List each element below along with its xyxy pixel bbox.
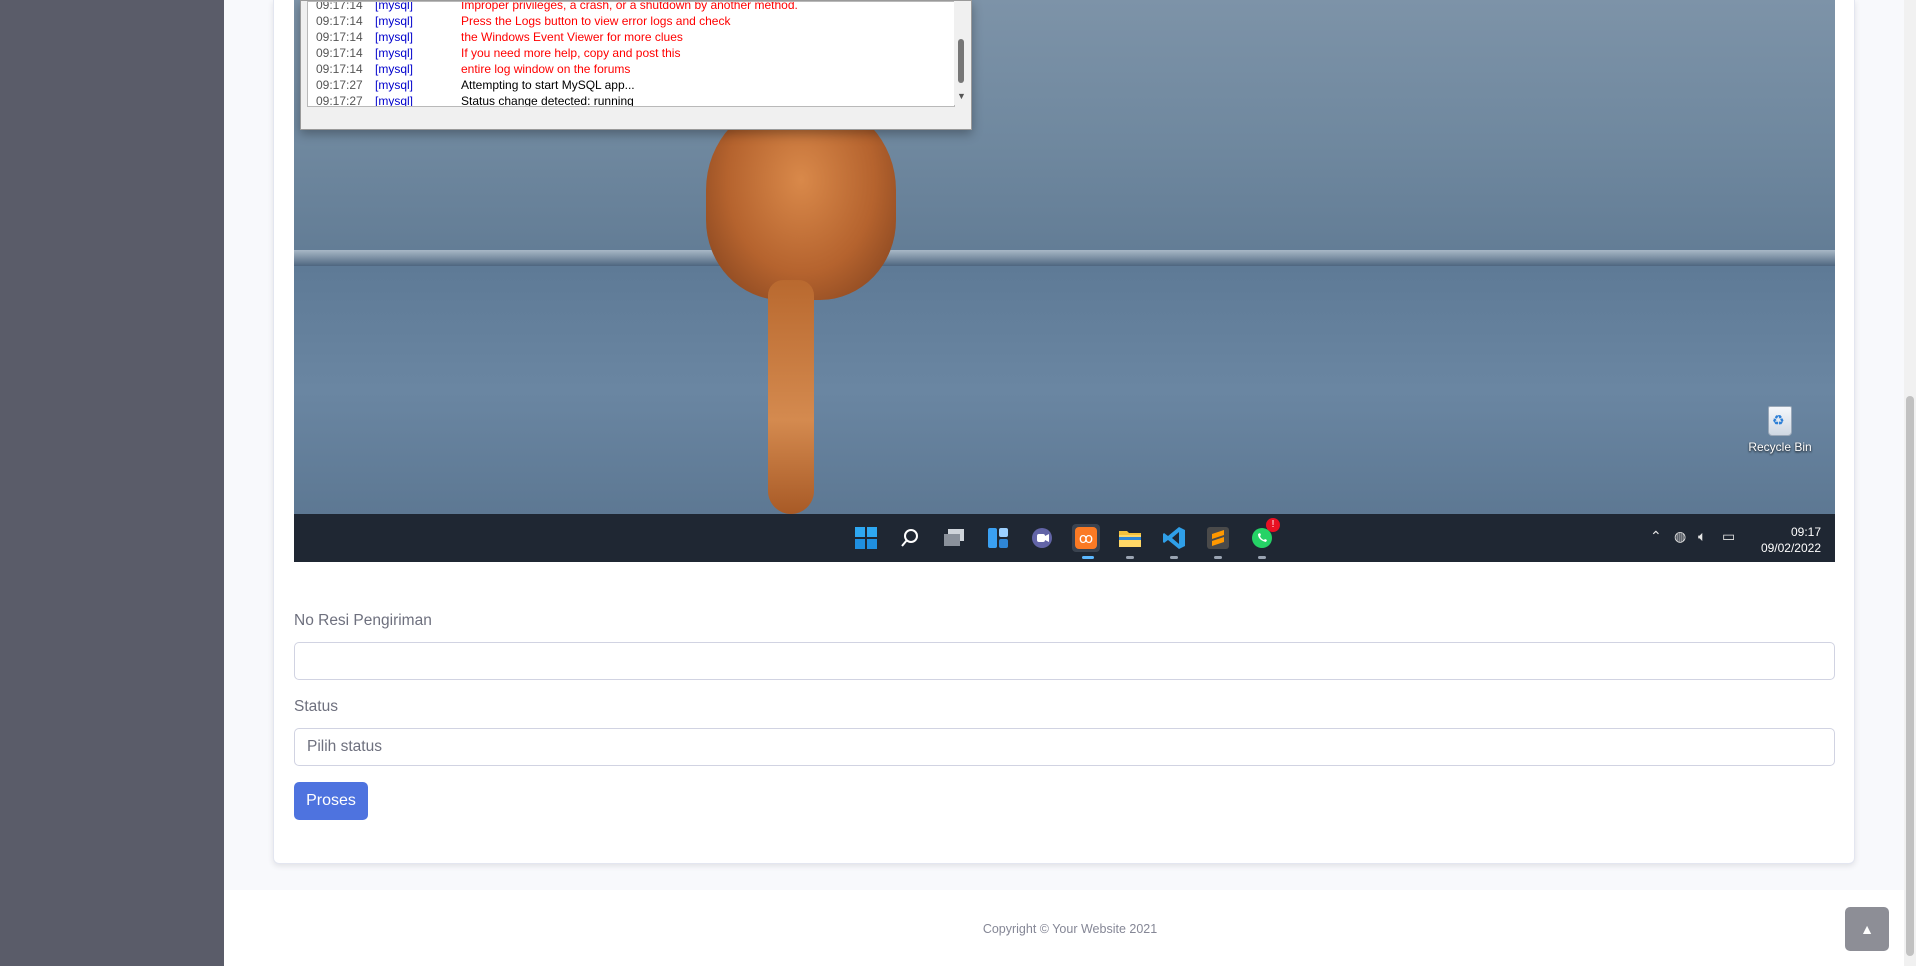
log-scrollbar: ▼ xyxy=(954,1,969,105)
recycle-bin-icon xyxy=(1768,406,1792,436)
recycle-bin: Recycle Bin xyxy=(1740,406,1820,454)
log-message: Improper privileges, a crash, or a shutd… xyxy=(461,1,798,12)
app-indicator xyxy=(1214,556,1222,559)
page-scroll-thumb[interactable] xyxy=(1906,396,1914,956)
wallpaper-cat-tail xyxy=(768,280,814,514)
app-indicator xyxy=(1170,556,1178,559)
widgets-icon xyxy=(984,524,1012,552)
chevron-up-icon: ▲ xyxy=(1860,921,1874,937)
log-time: 09:17:14 xyxy=(316,62,363,76)
wallpaper-cat xyxy=(706,100,896,300)
log-time: 09:17:27 xyxy=(316,94,363,107)
app-indicator xyxy=(1258,556,1266,559)
proses-button[interactable]: Proses xyxy=(294,782,368,820)
log-module: [mysql] xyxy=(375,1,414,12)
xampp-icon: ꝏ xyxy=(1072,524,1100,552)
windows-taskbar: ꝏ ! ⌃ ◍ 🔈︎ ▭ 09:17 09/02/2022 xyxy=(294,514,1835,562)
sidebar xyxy=(0,0,224,966)
search-icon xyxy=(896,524,924,552)
volume-icon: 🔈︎ xyxy=(1698,528,1707,544)
log-module: [mysql] xyxy=(375,94,414,107)
svg-text:ꝏ: ꝏ xyxy=(1079,531,1093,547)
log-time: 09:17:14 xyxy=(316,14,363,28)
log-time: 09:17:14 xyxy=(316,46,363,60)
footer: Copyright © Your Website 2021 xyxy=(224,890,1916,966)
clock-date: 09/02/2022 xyxy=(1760,541,1821,555)
resi-label: No Resi Pengiriman xyxy=(294,612,432,629)
xampp-control-panel-window: 09:17:14 [mysql] Improper privileges, a … xyxy=(300,0,972,130)
log-time: 09:17:14 xyxy=(316,1,363,12)
vscode-icon xyxy=(1160,524,1188,552)
copyright-text: Copyright © Your Website 2021 xyxy=(982,922,1158,936)
log-module: [mysql] xyxy=(375,78,414,92)
battery-icon: ▭ xyxy=(1722,528,1736,544)
scroll-to-top-button[interactable]: ▲ xyxy=(1845,907,1889,951)
log-message: If you need more help, copy and post thi… xyxy=(461,46,681,60)
log-module: [mysql] xyxy=(375,62,414,76)
log-message: Press the Logs button to view error logs… xyxy=(461,14,731,28)
notification-badge: ! xyxy=(1266,518,1280,532)
log-message: Status change detected: running xyxy=(461,94,634,107)
status-select[interactable]: Pilih status xyxy=(294,728,1835,766)
active-app-indicator xyxy=(1082,556,1094,559)
log-message: entire log window on the forums xyxy=(461,62,631,76)
sublime-text-icon xyxy=(1204,524,1232,552)
clock-time: 09:17 xyxy=(1790,525,1821,539)
status-label: Status xyxy=(294,698,338,715)
log-message: the Windows Event Viewer for more clues xyxy=(461,30,683,44)
log-time: 09:17:14 xyxy=(316,30,363,44)
app-indicator xyxy=(1126,556,1134,559)
file-explorer-icon xyxy=(1116,524,1144,552)
taskbar-clock: 09:17 09/02/2022 xyxy=(1761,524,1821,556)
screenshot-image: 09:17:14 [mysql] Improper privileges, a … xyxy=(294,0,1835,562)
teams-chat-icon xyxy=(1028,524,1056,552)
xampp-log-window: 09:17:14 [mysql] Improper privileges, a … xyxy=(307,1,955,107)
task-view-icon xyxy=(940,524,968,552)
log-message: Attempting to start MySQL app... xyxy=(461,78,635,92)
log-module: [mysql] xyxy=(375,46,414,60)
log-time: 09:17:27 xyxy=(316,78,363,92)
page-scrollbar[interactable] xyxy=(1904,0,1916,966)
log-scroll-thumb xyxy=(958,39,964,83)
recycle-bin-label: Recycle Bin xyxy=(1748,440,1812,454)
wallpaper-wall-lower xyxy=(294,266,1835,514)
log-module: [mysql] xyxy=(375,30,414,44)
log-module: [mysql] xyxy=(375,14,414,28)
resi-input[interactable] xyxy=(294,642,1835,680)
wallpaper-ledge xyxy=(294,250,1835,266)
chevron-up-icon: ⌃ xyxy=(1650,528,1662,544)
windows-start-icon xyxy=(852,524,880,552)
globe-icon: ◍ xyxy=(1674,528,1687,544)
status-select-value: Pilih status xyxy=(307,738,382,755)
whatsapp-icon: ! xyxy=(1248,518,1280,552)
scroll-down-arrow-icon: ▼ xyxy=(957,91,966,101)
